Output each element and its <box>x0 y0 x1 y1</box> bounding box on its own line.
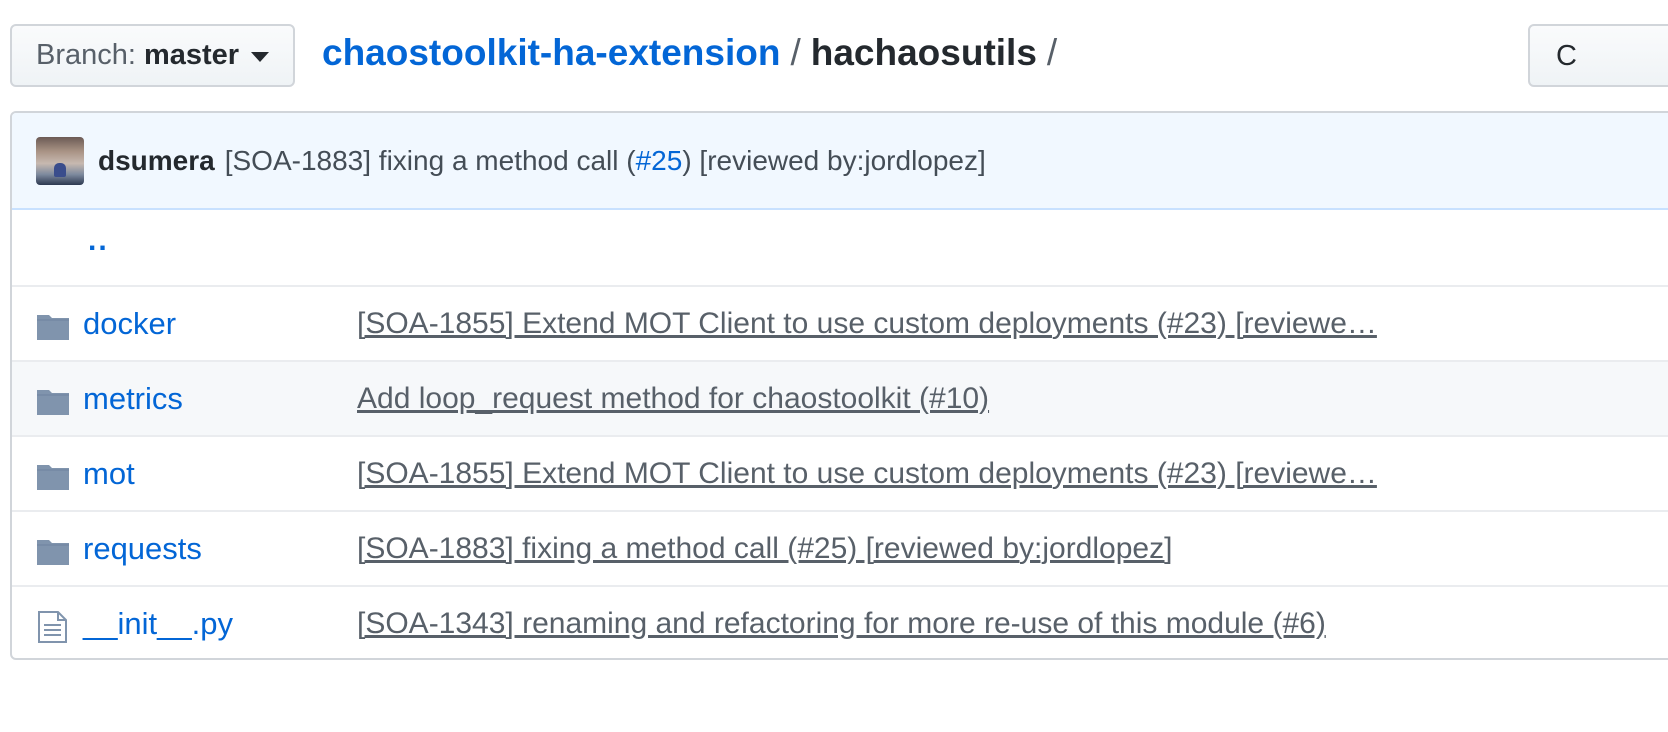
avatar[interactable] <box>36 136 84 185</box>
file-commit-message-link[interactable]: [SOA-1343] renaming and refactoring for … <box>357 607 1487 641</box>
create-file-button[interactable]: C <box>1528 24 1668 87</box>
repo-header: Branch: master chaostoolkit-ha-extension… <box>0 0 1668 110</box>
breadcrumb-repo-link[interactable]: chaostoolkit-ha-extension <box>322 32 780 73</box>
branch-name: master <box>143 39 240 71</box>
folder-icon <box>36 536 70 566</box>
file-name-link[interactable]: __init__.py <box>83 606 233 642</box>
folder-icon <box>36 461 70 491</box>
breadcrumb-current-folder: hachaosutils <box>810 32 1037 73</box>
caret-down-icon <box>251 51 270 62</box>
file-row: __init__.py [SOA-1343] renaming and refa… <box>12 585 1668 658</box>
file-commit-message-link[interactable]: [SOA-1883] fixing a method call (#25) [r… <box>357 532 1487 566</box>
folder-icon <box>36 311 70 341</box>
file-list: dsumera [SOA-1883] fixing a method call … <box>10 111 1668 660</box>
breadcrumb: chaostoolkit-ha-extension / hachaosutils / <box>322 30 1067 76</box>
file-row: docker [SOA-1855] Extend MOT Client to u… <box>12 285 1668 360</box>
commit-message-text: ) [reviewed by:jordlopez] <box>682 144 986 176</box>
branch-label: Branch: <box>36 39 136 71</box>
commit-message-text: [SOA-1883] fixing a method call ( <box>224 144 636 176</box>
file-row: mot [SOA-1855] Extend MOT Client to use … <box>12 435 1668 510</box>
breadcrumb-separator: / <box>790 32 801 73</box>
breadcrumb-separator: / <box>1046 32 1058 73</box>
file-commit-message-link[interactable]: Add loop_request method for chaostoolkit… <box>357 382 1487 416</box>
file-name-link[interactable]: docker <box>83 306 176 342</box>
commit-pr-link[interactable]: #25 <box>636 145 683 176</box>
parent-directory-row: .. <box>12 210 1668 285</box>
file-commit-message-link[interactable]: [SOA-1855] Extend MOT Client to use cust… <box>357 457 1487 491</box>
commit-author-link[interactable]: dsumera <box>98 145 215 177</box>
file-row: requests [SOA-1883] fixing a method call… <box>12 510 1668 585</box>
commit-message: [SOA-1883] fixing a method call (#25) [r… <box>225 145 986 177</box>
folder-icon <box>36 386 70 416</box>
file-name-link[interactable]: mot <box>83 456 135 492</box>
file-name-link[interactable]: metrics <box>83 381 183 417</box>
parent-directory-link[interactable]: .. <box>88 224 109 258</box>
file-row: metrics Add loop_request method for chao… <box>12 360 1668 435</box>
latest-commit-bar: dsumera [SOA-1883] fixing a method call … <box>12 113 1668 210</box>
branch-selector-button[interactable]: Branch: master <box>10 24 295 87</box>
file-commit-message-link[interactable]: [SOA-1855] Extend MOT Client to use cust… <box>357 307 1487 341</box>
file-icon <box>36 611 70 643</box>
file-name-link[interactable]: requests <box>83 531 202 567</box>
